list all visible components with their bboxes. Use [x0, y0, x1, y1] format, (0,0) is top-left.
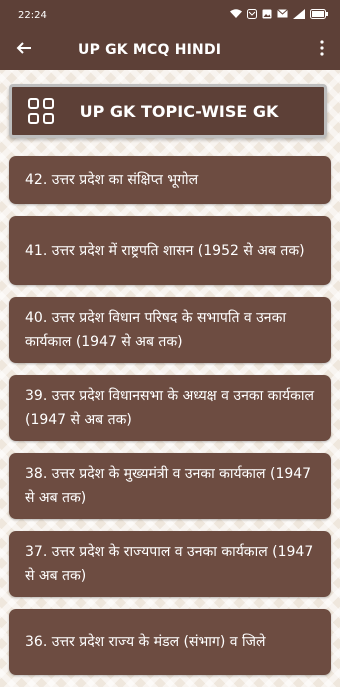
topic-label: 41. उत्तर प्रदेश में राष्ट्रपति शासन (19… [25, 242, 305, 259]
message-icon [247, 8, 257, 22]
gallery-icon [262, 9, 272, 22]
topic-label: 37. उत्तर प्रदेश के राज्यपाल व उनका कार्… [25, 544, 314, 584]
topic-item[interactable]: 38. उत्तर प्रदेश के मुख्यमंत्री व उनका क… [9, 453, 331, 519]
topic-label: 36. उत्तर प्रदेश राज्य के मंडल (संभाग) व… [25, 634, 266, 650]
topic-item[interactable]: 39. उत्तर प्रदेश विधानसभा के अध्यक्ष व उ… [9, 375, 331, 441]
topic-label: 42. उत्तर प्रदेश का संक्षिप्त भूगोल [25, 172, 199, 188]
overflow-menu-icon[interactable] [314, 40, 330, 60]
topic-label: 38. उत्तर प्रदेश के मुख्यमंत्री व उनका क… [25, 466, 312, 506]
grid-icon [28, 98, 54, 124]
wifi-icon [230, 8, 242, 22]
topic-item[interactable]: 36. उत्तर प्रदेश राज्य के मंडल (संभाग) व… [9, 609, 331, 675]
topic-item[interactable]: 41. उत्तर प्रदेश में राष्ट्रपति शासन (19… [9, 216, 331, 285]
topic-item[interactable]: 37. उत्तर प्रदेश के राज्यपाल व उनका कार्… [9, 531, 331, 597]
topic-label: 40. उत्तर प्रदेश विधान परिषद के सभापति व… [25, 310, 286, 350]
battery-icon [310, 8, 328, 22]
app-bar: UP GK MCQ HINDI [0, 30, 340, 70]
topic-item[interactable]: 42. उत्तर प्रदेश का संक्षिप्त भूगोल [9, 156, 331, 204]
topic-item[interactable]: 40. उत्तर प्रदेश विधान परिषद के सभापति व… [9, 297, 331, 363]
topic-wise-banner[interactable]: UP GK TOPIC-WISE GK [9, 84, 327, 138]
banner-title: UP GK TOPIC-WISE GK [79, 101, 279, 121]
topic-label: 39. उत्तर प्रदेश विधानसभा के अध्यक्ष व उ… [25, 388, 315, 428]
status-icons [230, 8, 328, 22]
topic-list: 42. उत्तर प्रदेश का संक्षिप्त भूगोल 41. … [9, 156, 331, 687]
mail-icon [277, 9, 288, 21]
app-title: UP GK MCQ HINDI [78, 42, 222, 58]
status-bar: 22:24 [0, 0, 340, 30]
back-arrow-icon[interactable] [16, 40, 46, 61]
status-time: 22:24 [18, 9, 47, 21]
signal-icon [293, 8, 305, 22]
